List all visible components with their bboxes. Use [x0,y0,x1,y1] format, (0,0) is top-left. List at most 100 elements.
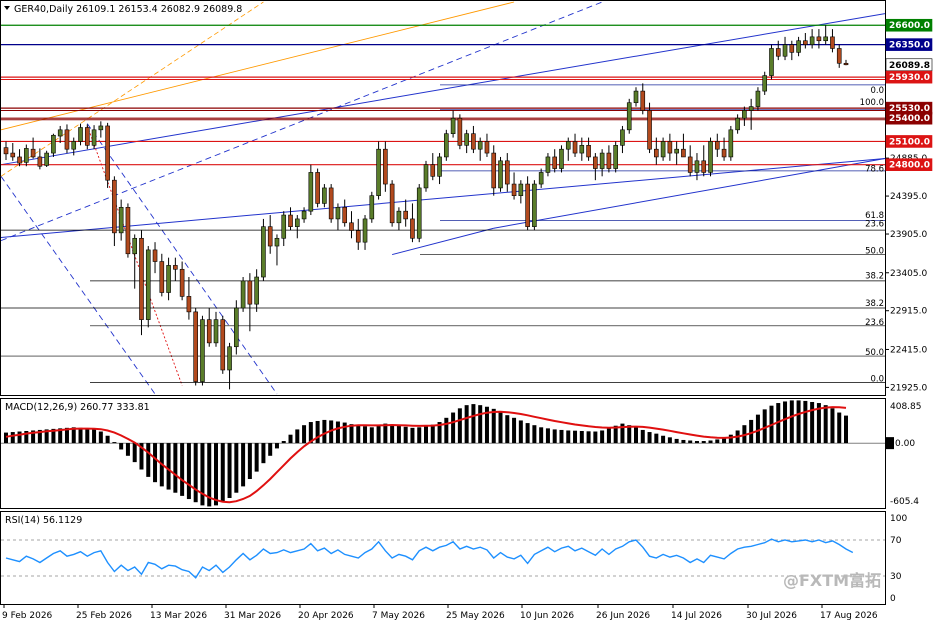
candle-body [281,214,287,239]
candle-body [37,156,43,167]
macd-histogram-bar [349,424,354,444]
candle-body [213,319,219,344]
macd-histogram-bar [498,412,503,444]
candle-body [105,125,110,181]
macd-histogram-bar [153,443,158,483]
macd-histogram-bar [173,443,178,493]
candle-body [57,129,63,137]
candle-body [173,265,178,270]
fib-label: 38.2 [865,299,884,309]
candle-body [118,206,124,234]
candle-body [504,160,510,185]
macd-histogram-bar [274,443,279,449]
candle-body [30,148,36,158]
candle-body [91,129,97,146]
candle-body [681,148,686,158]
macd-histogram-bar [335,421,340,444]
candle-body [762,75,768,92]
candle-body [410,218,415,239]
macd-histogram-bar [444,417,449,444]
candle-body [179,268,185,297]
macd-histogram-bar [783,401,788,444]
macd-histogram-bar [681,439,686,444]
candle-body [816,36,822,42]
candle-body [274,237,280,247]
candle-body [328,187,334,220]
candle-body [139,237,144,320]
macd-histogram-bar [119,443,124,450]
candle-body [254,276,259,305]
macd-histogram-bar [288,434,293,444]
candle-body [565,141,571,150]
fib-label: 38.2 [865,271,884,281]
macd-histogram-bar [268,443,273,456]
macd-signal-line [5,406,847,504]
candle-body [775,48,781,57]
macd-histogram-bar [98,431,103,444]
candle-body [687,156,693,173]
candle-body [349,222,354,231]
price-tag-label: 26350.0 [889,41,930,51]
macd-histogram-bar [112,442,117,444]
macd-histogram-bar [295,429,300,444]
date-label: 13 Mar 2026 [150,611,207,621]
macd-histogram-bar [424,426,428,444]
date-axis: 9 Feb 2026 25 Feb 2026 13 Mar 2026 31 Mar 2… [2,604,878,621]
collapse-triangle-icon[interactable] [4,6,10,10]
candle-body [369,195,375,220]
candle-body [735,117,740,131]
candle-body [383,148,388,185]
candle-body [112,179,117,234]
fib-label: 50.0 [865,348,884,358]
candle-body [315,172,320,204]
candle-body [674,148,679,154]
candle-body [261,226,266,278]
macd-histogram-bar [220,443,225,503]
macd-histogram-bar [396,425,401,444]
candle-body [471,133,476,150]
candle-body [335,206,341,220]
candle-body [247,280,253,305]
candle-body [640,90,646,111]
macd-histogram-bar [749,419,754,444]
fib-label: 0.0 [870,86,884,96]
date-label: 20 Apr 2026 [298,611,354,621]
candle-body [660,141,666,158]
macd-histogram-bar [193,443,198,503]
macd-histogram-bar [573,430,578,444]
macd-histogram-bar [376,424,381,444]
candle-body [98,125,104,131]
price-tag-label: 25100.0 [889,137,930,147]
candle-body [728,129,734,158]
price-tag-label: 26089.8 [889,61,930,71]
macd-histogram-bar [694,441,699,444]
fib-labels: 0.0100.078.661.823.650.038.238.223.650.0… [860,86,884,384]
candle-body [789,44,795,53]
candle-body [464,133,469,146]
macd-histogram-bar [125,443,130,456]
macd-histogram-bar [132,443,137,463]
macd-histogram-bar [180,443,185,496]
candle-body [714,141,720,150]
candle-body [159,261,165,293]
macd-histogram-bar [837,412,842,444]
rsi-axis-label: 70 [890,536,902,546]
price-axis-label: 22415.0 [890,345,927,355]
rsi-header-text: RSI(14) 56.1129 [5,515,82,526]
price-axis-label: 21925.0 [890,383,927,393]
candle-body [423,164,429,189]
macd-histogram-bar [227,443,232,498]
candle-body [559,148,564,169]
macd-histogram-bar [78,427,83,444]
fib-label: 23.6 [865,318,884,328]
candle-body [206,319,212,344]
macd-histogram-bar [417,427,422,444]
candle-body [145,249,151,320]
macd-histogram-bar [471,404,476,444]
macd-histogram-bar [491,408,496,444]
macd-histogram-bar [200,443,205,506]
macd-histogram-bar [844,415,848,444]
trading-chart: 0.0100.078.661.823.650.038.238.223.650.0… [0,0,933,621]
macd-axis: 408.85 0.00 -605.4 [886,402,922,507]
macd-histogram-bar [728,434,733,444]
